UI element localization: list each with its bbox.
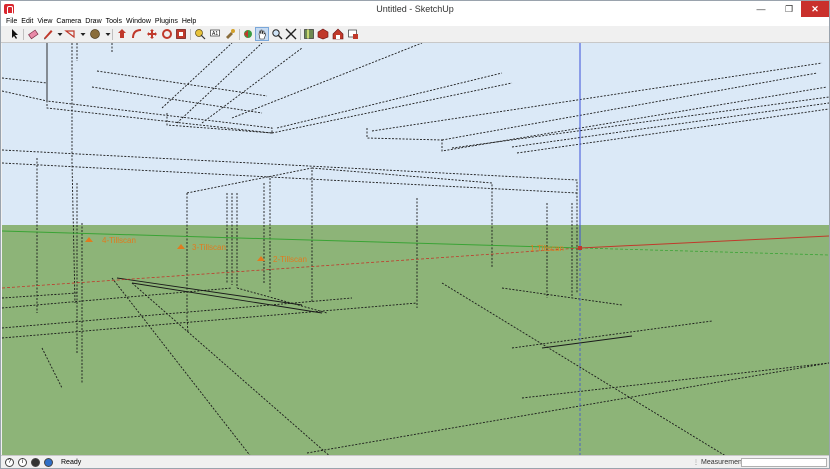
menu-window[interactable]: Window xyxy=(126,17,155,26)
menu-plugins[interactable]: Plugins xyxy=(155,17,182,26)
section-plane-icon[interactable] xyxy=(303,28,315,40)
menu-view[interactable]: View xyxy=(37,17,56,26)
toolbar-separator xyxy=(23,29,24,40)
sky xyxy=(2,43,829,225)
axis-origin xyxy=(578,246,582,250)
paint-icon[interactable] xyxy=(224,28,236,40)
pan-icon[interactable] xyxy=(255,27,269,41)
credits-icon[interactable]: i xyxy=(18,458,27,467)
section-marker-icon[interactable] xyxy=(257,256,265,261)
shape-icon[interactable] xyxy=(64,28,76,40)
close-button[interactable]: ✕ xyxy=(801,1,829,17)
user-icon[interactable] xyxy=(31,458,40,467)
main-toolbar: A1 xyxy=(1,26,829,43)
toolbar-separator xyxy=(112,29,113,40)
toolbar-separator xyxy=(300,29,301,40)
rotate-icon[interactable] xyxy=(161,28,173,40)
zoom-icon[interactable] xyxy=(271,28,283,40)
dropdown-arrow-icon[interactable] xyxy=(102,28,111,40)
paint-bucket-icon[interactable] xyxy=(89,28,101,40)
orbit-icon[interactable] xyxy=(242,28,254,40)
section-marker-icon[interactable] xyxy=(177,244,185,249)
select-icon[interactable] xyxy=(9,28,21,40)
zoom-extents-icon[interactable] xyxy=(285,28,297,40)
status-text: Ready xyxy=(61,459,82,466)
menu-tools[interactable]: Tools xyxy=(106,17,126,26)
section-label-2[interactable]: 2-Tillscan xyxy=(273,255,307,264)
section-label-1[interactable]: 1-Tillscan xyxy=(530,244,564,253)
menu-edit[interactable]: Edit xyxy=(21,17,37,26)
ground xyxy=(2,225,829,455)
pencil-icon[interactable] xyxy=(42,28,54,40)
maximize-button[interactable]: ❐ xyxy=(775,1,803,17)
extension-icon[interactable] xyxy=(347,28,359,40)
menu-help[interactable]: Help xyxy=(182,17,200,26)
scale-icon[interactable] xyxy=(175,28,187,40)
grip-icon[interactable]: ⋮ xyxy=(693,459,699,466)
sketchup-window: Untitled - SketchUp — ❐ ✕ File Edit View… xyxy=(0,0,830,469)
section-label-3[interactable]: 3-Tillscan xyxy=(192,243,226,252)
toolbar-separator xyxy=(239,29,240,40)
follow-me-icon[interactable] xyxy=(131,28,143,40)
push-pull-icon[interactable] xyxy=(116,28,128,40)
section-label-4[interactable]: 4-Tillscan xyxy=(102,236,136,245)
status-bar: ? i Ready ⋮ Measurements xyxy=(1,455,829,468)
text-icon[interactable]: A1 xyxy=(209,28,221,40)
svg-text:A1: A1 xyxy=(212,31,218,37)
measurements-input[interactable] xyxy=(741,458,827,467)
eraser-icon[interactable] xyxy=(27,28,39,40)
menu-file[interactable]: File xyxy=(6,17,21,26)
model-viewport[interactable]: 4-Tillscan 3-Tillscan 2-Tillscan 1-Tills… xyxy=(2,43,829,455)
title-bar: Untitled - SketchUp — ❐ ✕ xyxy=(1,1,829,17)
section-marker-icon[interactable] xyxy=(85,237,93,242)
window-title: Untitled - SketchUp xyxy=(376,4,454,14)
scene-drawing xyxy=(2,43,829,455)
geo-location-icon[interactable]: ? xyxy=(5,458,14,467)
minimize-button[interactable]: — xyxy=(747,1,775,17)
dropdown-arrow-icon[interactable] xyxy=(54,28,63,40)
toolbar-separator xyxy=(190,29,191,40)
warehouse-icon[interactable] xyxy=(332,28,344,40)
move-icon[interactable] xyxy=(146,28,158,40)
dropdown-arrow-icon[interactable] xyxy=(77,28,86,40)
help-icon[interactable] xyxy=(44,458,53,467)
menu-camera[interactable]: Camera xyxy=(56,17,85,26)
menu-bar: File Edit View Camera Draw Tools Window … xyxy=(1,17,829,26)
menu-draw[interactable]: Draw xyxy=(85,17,105,26)
components-icon[interactable] xyxy=(317,28,329,40)
tape-measure-icon[interactable] xyxy=(194,28,206,40)
